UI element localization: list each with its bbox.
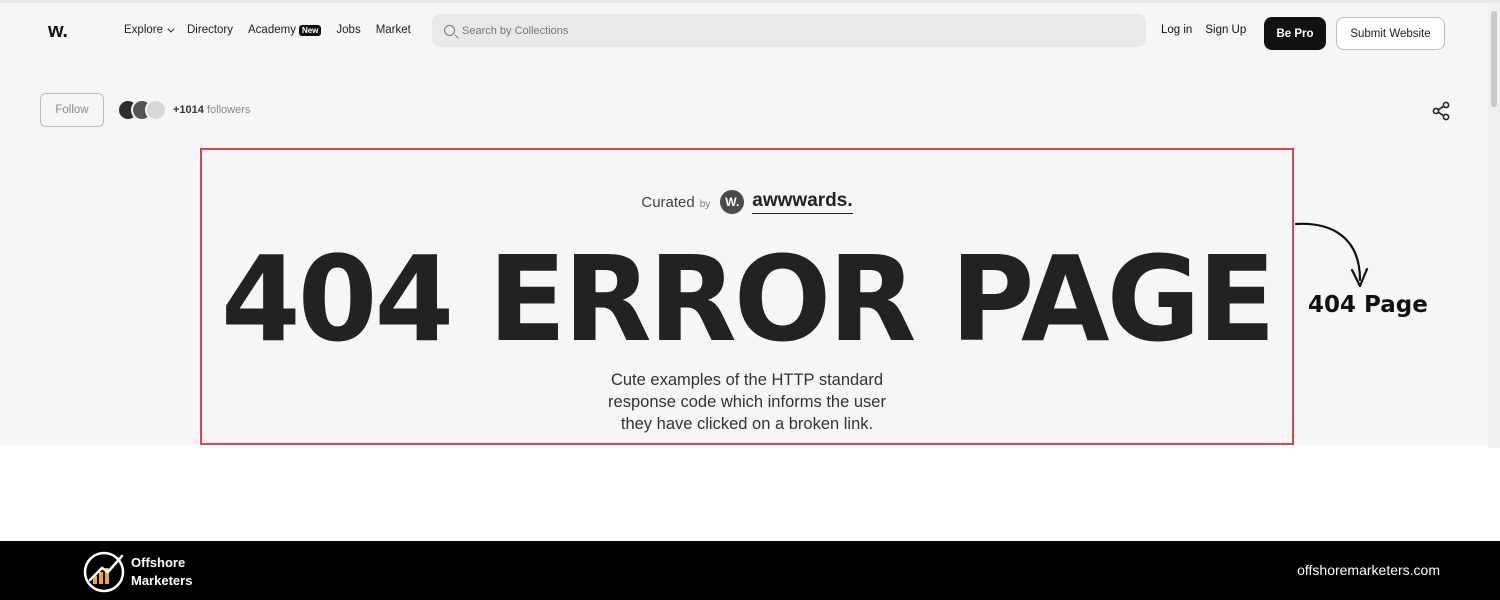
footer-bar: Offshore Marketers offshoremarketers.com <box>0 541 1500 600</box>
description-line: Cute examples of the HTTP standard <box>610 371 884 389</box>
avatar <box>145 99 167 121</box>
collection-hero-highlight: Curated by W. awwwards. 404 ERROR PAGE C… <box>200 148 1294 445</box>
footer-brand-line: Offshore <box>131 555 186 570</box>
followers-count: +1014 followers <box>173 104 250 116</box>
collection-description: Cute examples of the HTTP standard respo… <box>202 369 1292 435</box>
footer-brand-line: Marketers <box>131 573 193 588</box>
nav-explore-label: Explore <box>124 24 163 36</box>
search-bar[interactable] <box>432 14 1146 47</box>
be-pro-button[interactable]: Be Pro <box>1264 17 1326 50</box>
awwwards-page: w. Explore Directory Academy New Jobs Mar… <box>0 0 1500 448</box>
scrollbar-thumb[interactable] <box>1491 11 1497 107</box>
curator-name[interactable]: awwwards. <box>752 190 853 214</box>
offshore-marketers-logo-icon <box>83 551 125 593</box>
followers-number: +1014 <box>173 104 204 116</box>
login-link[interactable]: Log in <box>1161 24 1192 36</box>
nav-directory[interactable]: Directory <box>187 24 233 36</box>
nav-academy-label: Academy <box>248 24 296 36</box>
followers-label: followers <box>206 104 251 116</box>
top-nav: w. Explore Directory Academy New Jobs Mar… <box>0 14 1488 50</box>
nav-jobs[interactable]: Jobs <box>336 24 360 36</box>
curated-by: Curated by W. awwwards. <box>202 190 1292 214</box>
site-logo[interactable]: w. <box>48 20 68 43</box>
new-badge: New <box>298 24 322 36</box>
scrollbar[interactable] <box>1488 3 1500 448</box>
curated-by-label: by <box>699 198 711 210</box>
follow-button[interactable]: Follow <box>40 93 104 127</box>
nav-explore[interactable]: Explore <box>124 24 175 36</box>
description-line: they have clicked on a broken link. <box>620 415 874 433</box>
description-line: response code which informs the user <box>608 393 886 411</box>
submit-website-button[interactable]: Submit Website <box>1336 17 1445 50</box>
chevron-down-icon <box>167 25 175 33</box>
awwwards-logo-icon: W. <box>720 190 745 214</box>
curated-label: Curated <box>641 193 695 211</box>
footer-brand: Offshore Marketers <box>131 554 192 590</box>
arrow-icon <box>1294 222 1369 288</box>
auth-links: Log in Sign Up <box>1161 24 1259 36</box>
search-icon <box>444 25 455 36</box>
nav-academy[interactable]: Academy New <box>248 24 322 36</box>
nav-market[interactable]: Market <box>376 24 411 36</box>
nav-links: Explore Directory Academy New Jobs Market <box>124 24 426 36</box>
share-icon[interactable] <box>1431 101 1451 121</box>
collection-title: 404 ERROR PAGE <box>221 230 1276 368</box>
search-input[interactable] <box>462 24 1062 37</box>
annotation-label: 404 Page <box>1308 292 1428 318</box>
follower-avatars[interactable] <box>117 99 167 121</box>
signup-link[interactable]: Sign Up <box>1205 24 1246 36</box>
footer-url[interactable]: offshoremarketers.com <box>1297 562 1440 578</box>
